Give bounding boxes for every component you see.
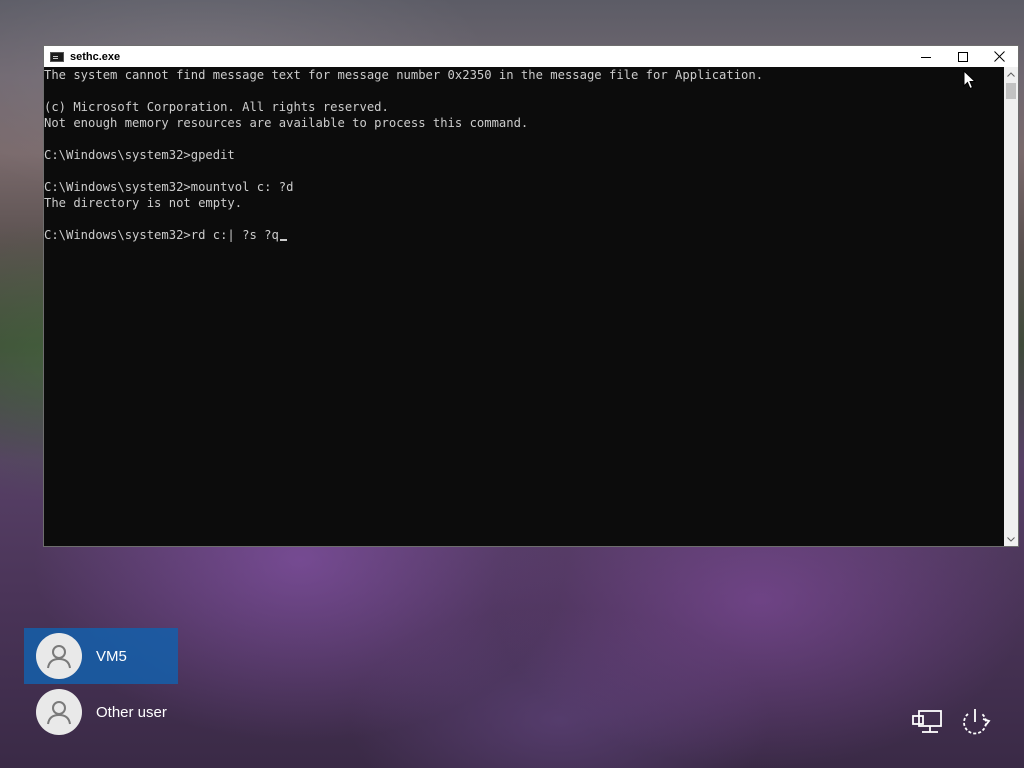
user-name: Other user <box>96 703 167 721</box>
user-tile-other-user[interactable]: Other user <box>24 684 178 740</box>
command-input-line[interactable]: C:\Windows\system32>rd c:| ?s ?q <box>44 227 1004 243</box>
user-tile-vm5[interactable]: VM5 <box>24 628 178 684</box>
console-app-icon <box>50 51 64 62</box>
maximize-icon <box>957 51 968 62</box>
console-line: (c) Microsoft Corporation. All rights re… <box>44 100 389 114</box>
console-line: C:\Windows\system32>mountvol c: ?d <box>44 180 294 194</box>
minimize-button[interactable] <box>907 46 944 67</box>
console-output[interactable]: The system cannot find message text for … <box>44 67 1004 546</box>
maximize-button[interactable] <box>944 46 981 67</box>
console-window[interactable]: sethc.exe The system cannot find message… <box>43 45 1019 547</box>
scroll-down-button[interactable] <box>1004 532 1018 546</box>
network-icon <box>912 710 942 733</box>
minimize-icon <box>920 56 931 58</box>
power-icon <box>963 709 991 735</box>
window-title: sethc.exe <box>70 50 121 63</box>
window-controls <box>907 46 1018 67</box>
console-line: C:\Windows\system32>gpedit <box>44 148 235 162</box>
scrollbar-thumb[interactable] <box>1006 83 1016 99</box>
chevron-up-icon <box>1007 71 1015 77</box>
title-bar[interactable]: sethc.exe <box>44 46 1018 67</box>
user-avatar <box>36 633 82 679</box>
console-line: The system cannot find message text for … <box>44 68 764 82</box>
console-line: The directory is not empty. <box>44 196 243 210</box>
network-button[interactable] <box>911 707 945 737</box>
user-name: VM5 <box>96 647 127 665</box>
close-button[interactable] <box>981 46 1018 67</box>
user-icon <box>47 701 71 725</box>
chevron-down-icon <box>1007 536 1015 542</box>
power-button[interactable] <box>958 707 992 737</box>
user-avatar <box>36 689 82 735</box>
vertical-scrollbar[interactable] <box>1004 67 1018 546</box>
text-caret <box>279 239 287 241</box>
current-command: C:\Windows\system32>rd c:| ?s ?q <box>44 228 279 242</box>
scroll-up-button[interactable] <box>1004 67 1018 81</box>
mouse-pointer-icon <box>963 70 977 90</box>
user-icon <box>47 645 71 669</box>
close-icon <box>994 51 1005 62</box>
console-line: Not enough memory resources are availabl… <box>44 116 529 130</box>
